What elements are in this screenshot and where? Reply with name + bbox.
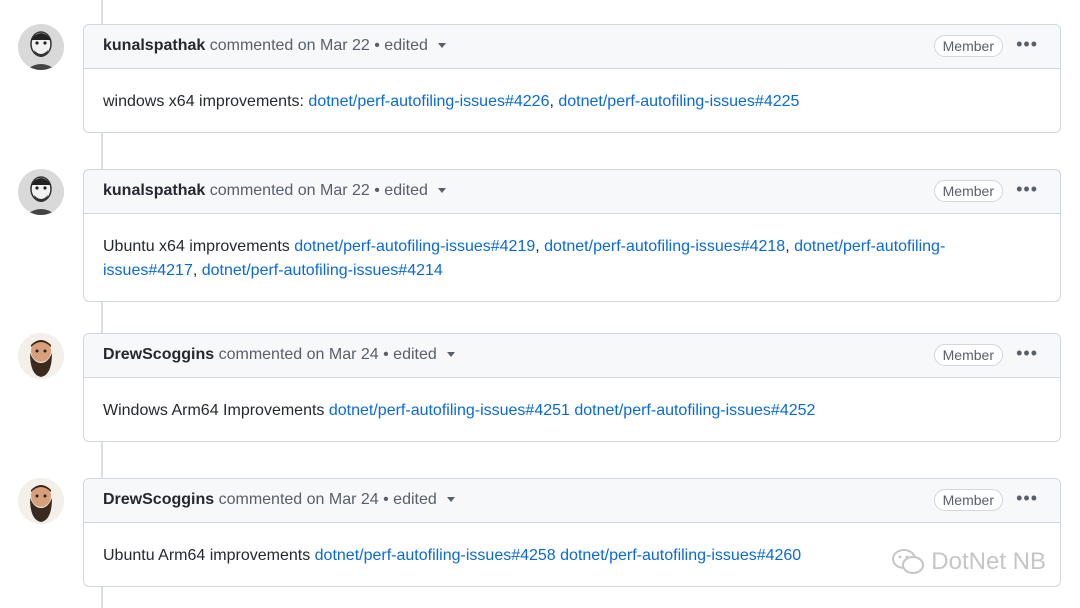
comment-body: windows x64 improvements: dotnet/perf-au…: [103, 93, 800, 110]
issue-link[interactable]: dotnet/perf-autofiling-issues#4218: [544, 238, 785, 255]
chevron-down-icon[interactable]: [446, 497, 455, 503]
chevron-down-icon[interactable]: [446, 352, 455, 358]
comment-body: Windows Arm64 Improvements dotnet/perf-a…: [84, 378, 1060, 441]
comment-meta[interactable]: commented on Mar 24 • edited: [219, 346, 437, 363]
author-link[interactable]: DrewScoggins: [103, 491, 214, 508]
comment-text: Ubuntu Arm64 improvements: [103, 547, 315, 564]
comment-header: DrewScoggins commented on Mar 24 • edite…: [84, 479, 1060, 523]
comment-header: kunalspathak commented on Mar 22 • edite…: [84, 25, 1060, 69]
comment-header: kunalspathak commented on Mar 22 • edite…: [84, 170, 1060, 214]
comment-text: Windows Arm64 Improvements: [103, 402, 329, 419]
avatar[interactable]: [18, 333, 64, 379]
chevron-down-icon[interactable]: [437, 188, 446, 194]
kebab-horizontal-icon[interactable]: •••: [1016, 179, 1038, 199]
member-badge: Member: [933, 344, 1003, 366]
avatar-drewscoggins-image: [18, 478, 64, 524]
comment-text: Ubuntu x64 improvements: [103, 238, 295, 255]
kebab-horizontal-icon[interactable]: •••: [1016, 34, 1038, 54]
avatar[interactable]: [18, 478, 64, 524]
watermark-text: DotNet NB: [931, 548, 1046, 575]
comment-body: Ubuntu x64 improvements dotnet/perf-auto…: [103, 238, 946, 279]
comment-meta[interactable]: commented on Mar 22 • edited: [210, 37, 428, 54]
comment-header: DrewScoggins commented on Mar 24 • edite…: [84, 334, 1060, 378]
issue-link[interactable]: dotnet/perf-autofiling-issues#4225: [558, 93, 799, 110]
watermark: DotNet NB: [891, 548, 1046, 576]
kebab-horizontal-icon[interactable]: •••: [1016, 343, 1038, 363]
chevron-down-icon[interactable]: [437, 43, 446, 49]
author-link[interactable]: DrewScoggins: [103, 346, 214, 363]
comment-box: DrewScoggins commented on Mar 24 • edite…: [83, 333, 1061, 442]
wechat-icon: [892, 549, 925, 574]
comment-meta[interactable]: commented on Mar 22 • edited: [210, 182, 428, 199]
comment-box: kunalspathak commented on Mar 22 • edite…: [83, 24, 1061, 133]
issue-link[interactable]: dotnet/perf-autofiling-issues#4251: [329, 402, 570, 419]
member-badge: Member: [933, 35, 1003, 57]
issue-link[interactable]: dotnet/perf-autofiling-issues#4252: [574, 402, 815, 419]
member-badge: Member: [933, 180, 1003, 202]
author-link[interactable]: kunalspathak: [103, 182, 205, 199]
member-badge: Member: [933, 489, 1003, 511]
issue-link[interactable]: dotnet/perf-autofiling-issues#4219: [294, 238, 535, 255]
avatar-kunalspathak-image: [18, 169, 64, 215]
issue-link[interactable]: dotnet/perf-autofiling-issues#4260: [560, 547, 801, 564]
avatar-kunalspathak-image: [18, 24, 64, 70]
avatar[interactable]: [18, 24, 64, 70]
issue-link[interactable]: dotnet/perf-autofiling-issues#4258: [315, 547, 556, 564]
avatar-drewscoggins-image: [18, 333, 64, 379]
comment-text: windows x64 improvements:: [103, 93, 309, 110]
author-link[interactable]: kunalspathak: [103, 37, 205, 54]
comment-meta[interactable]: commented on Mar 24 • edited: [219, 491, 437, 508]
issue-link[interactable]: dotnet/perf-autofiling-issues#4214: [202, 262, 443, 279]
issue-link[interactable]: dotnet/perf-autofiling-issues#4226: [308, 93, 549, 110]
comment-box: kunalspathak commented on Mar 22 • edite…: [83, 169, 1061, 302]
kebab-horizontal-icon[interactable]: •••: [1016, 488, 1038, 508]
avatar[interactable]: [18, 169, 64, 215]
